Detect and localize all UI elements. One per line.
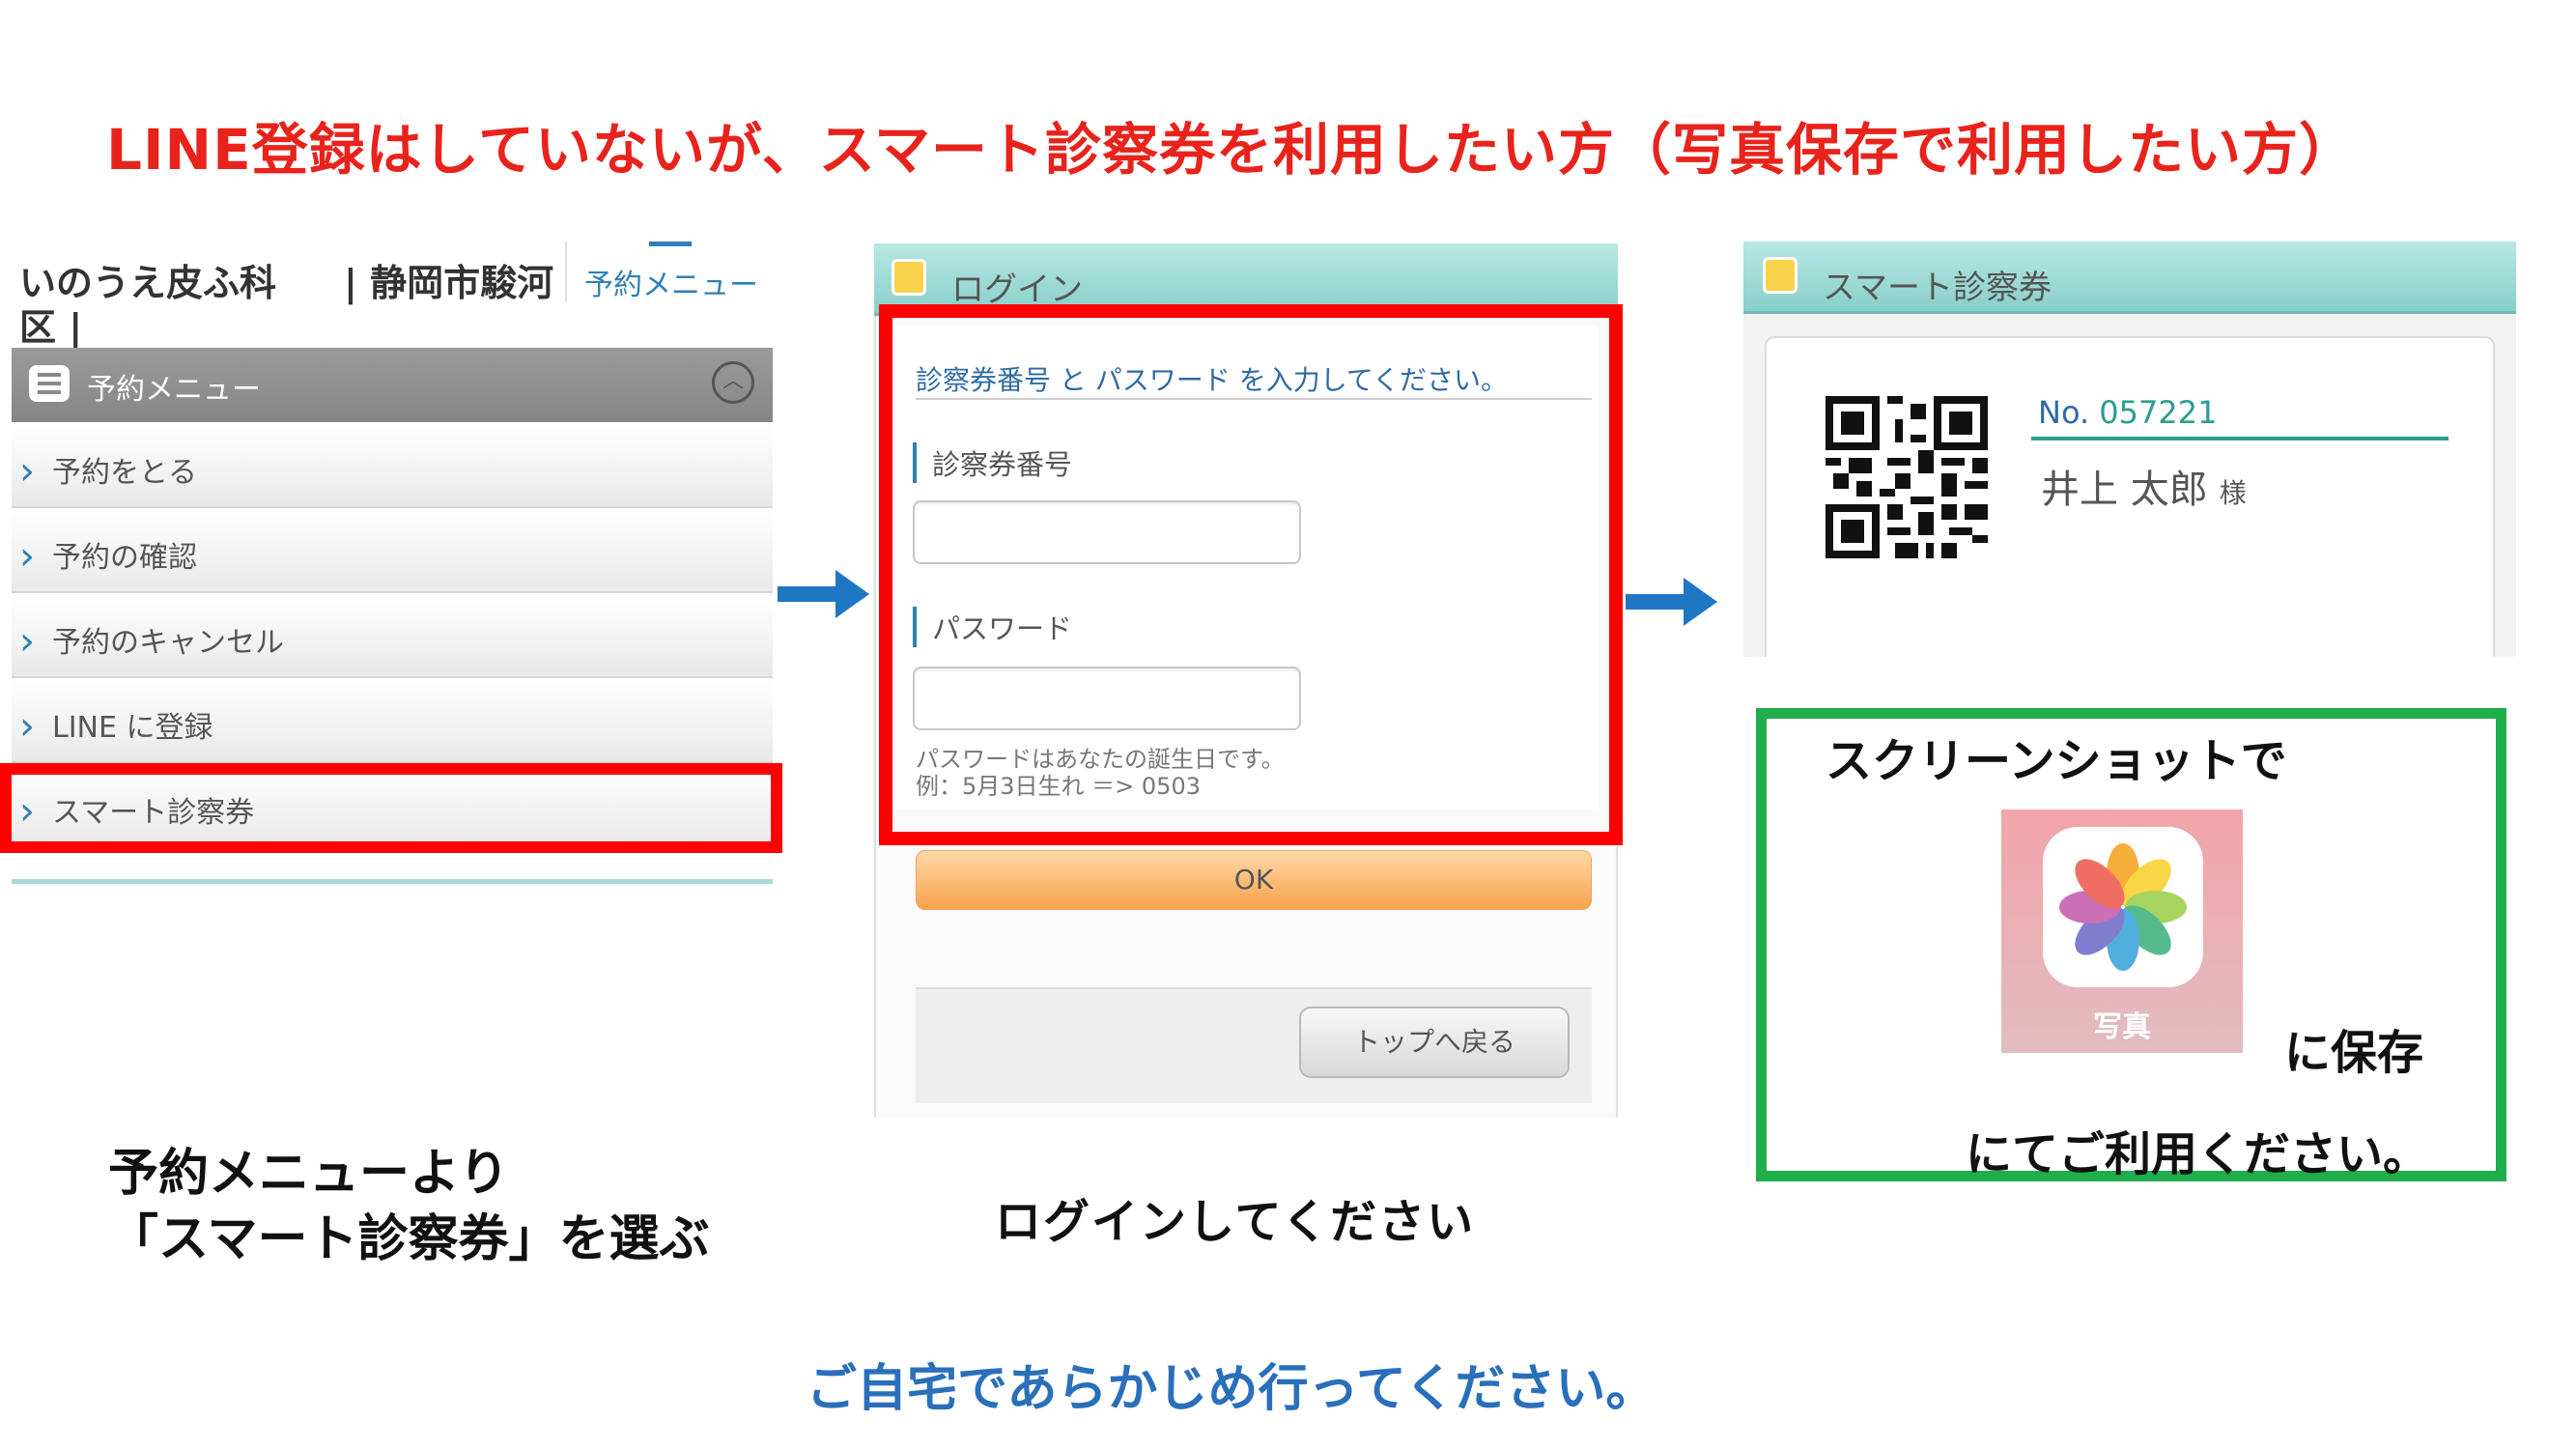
menu-header-label: 予約メニュー: [87, 373, 261, 407]
menu-item-label: 予約のキャンセル: [52, 626, 284, 660]
highlight-frame-login: [879, 304, 1623, 845]
headline: LINE登録はしていないが、スマート診察券を利用したい方（写真保存で利用したい方…: [106, 117, 2357, 183]
card-number-underline: [2031, 437, 2449, 440]
caption-menu-select: 「スマート診察券」を選ぶ: [108, 1210, 710, 1268]
chevron-right-icon: ›: [19, 619, 35, 664]
photos-app-label: 写真: [2093, 1010, 2151, 1044]
menu-item-label: LINE に登録: [52, 711, 213, 745]
smart-card-title: スマート診察券: [1823, 269, 2052, 307]
clinic-location-continued: 区 |: [19, 306, 83, 349]
patient-name: 井上 太郎様: [2041, 468, 2247, 512]
smart-card-titlebar: スマート診察券: [1743, 242, 2516, 314]
photos-app-tile: 写真: [2001, 810, 2243, 1053]
photos-app-icon: [2043, 827, 2203, 987]
arrow-right-icon: [1626, 578, 1717, 626]
qr-code-icon: [1826, 396, 1988, 558]
list-icon: [29, 365, 70, 402]
menu-item-confirm-reservation[interactable]: › 予約の確認: [12, 510, 773, 593]
highlight-frame-menu: [0, 763, 782, 853]
chevron-right-icon: ›: [19, 449, 35, 494]
menu-item-label: 予約をとる: [52, 456, 197, 490]
reservation-menu-link[interactable]: 予約メニュー: [584, 261, 758, 303]
menu-header[interactable]: 予約メニュー ︿: [12, 348, 773, 422]
collapse-icon[interactable]: ︿: [712, 361, 754, 404]
menu-item-line-register[interactable]: › LINE に登録: [12, 680, 773, 763]
login-title: ログイン: [951, 270, 1083, 309]
back-to-top-button[interactable]: トップへ戻る: [1299, 1007, 1570, 1078]
menu-item-cancel-reservation[interactable]: › 予約のキャンセル: [12, 595, 773, 678]
menu-bottom-border: [12, 879, 773, 884]
clinic-name: いのうえ皮ふ科 | 静岡市駿河: [19, 262, 554, 304]
app-box-icon: [892, 259, 926, 296]
footer-note: ご自宅であらかじめ行ってください。: [807, 1360, 1656, 1418]
screenshot-instruction: スクリーンショットで: [1826, 734, 2287, 788]
chevron-right-icon: ›: [19, 704, 35, 749]
ok-button[interactable]: OK: [916, 850, 1592, 910]
app-box-icon: [1763, 257, 1798, 294]
use-instruction: にてご利用ください。: [1966, 1127, 2430, 1181]
save-instruction: に保存: [2284, 1026, 2424, 1080]
menu-item-label: 予約の確認: [52, 541, 197, 575]
caption-login: ログインしてください: [995, 1195, 1476, 1249]
chevron-right-icon: ›: [19, 534, 35, 579]
arrow-right-icon: [778, 570, 869, 618]
menu-link-indicator: [649, 242, 692, 246]
card-number: No. 057221: [2038, 394, 2218, 431]
header-divider: [565, 242, 567, 301]
caption-menu: 予約メニューより: [108, 1145, 509, 1203]
menu-item-make-reservation[interactable]: › 予約をとる: [12, 425, 773, 508]
